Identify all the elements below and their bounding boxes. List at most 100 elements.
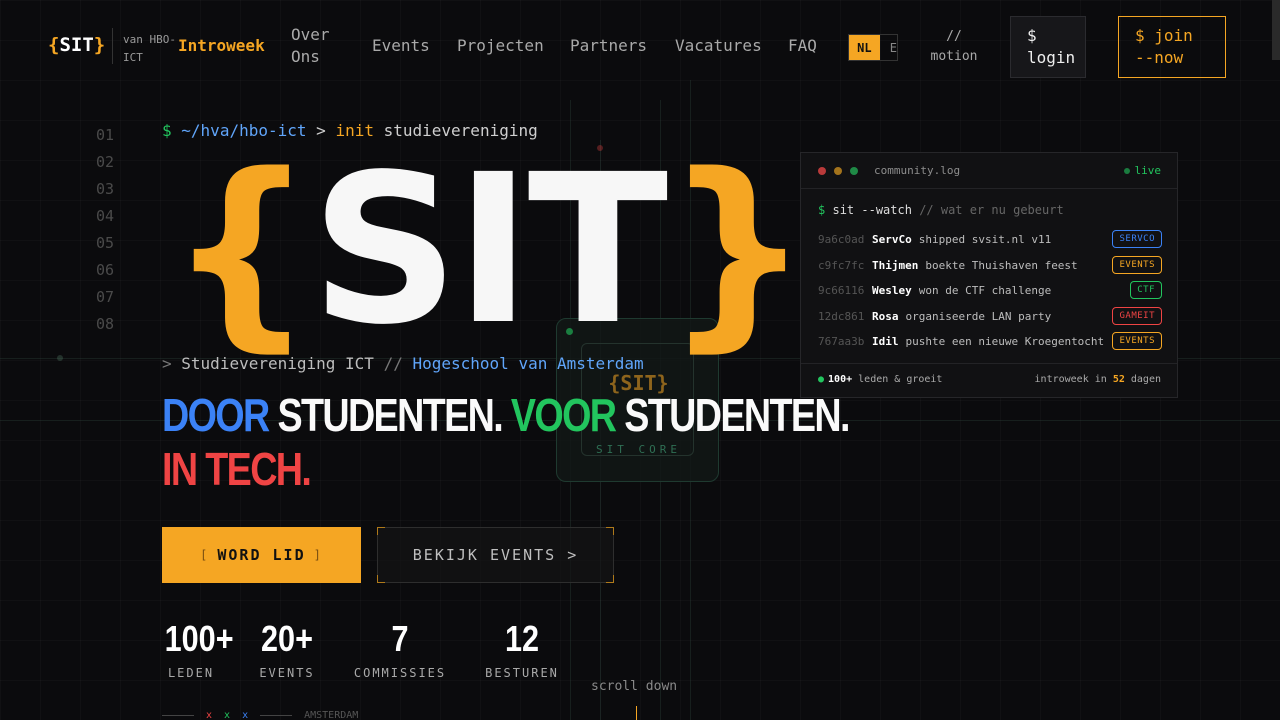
member-count: ● 100+ leden & groeit xyxy=(818,374,942,385)
log-tag: GAMEIT xyxy=(1112,307,1162,325)
stat-value: 100+ xyxy=(164,618,234,659)
stat-label: EVENTS xyxy=(259,666,315,680)
bracket-left: [ xyxy=(200,548,210,562)
tagline-arrow: > xyxy=(162,354,172,373)
page-scrollbar[interactable] xyxy=(1272,0,1280,60)
logo-brace-close: } xyxy=(93,34,106,56)
line-number: 08 xyxy=(96,315,115,333)
stat-events: 20+ EVENTS xyxy=(256,618,318,680)
city-label: AMSTERDAM xyxy=(304,710,359,720)
log-row: 12dc861 Rosa organiseerde LAN party GAME… xyxy=(818,306,1162,326)
countdown-days: 52 xyxy=(1112,374,1125,385)
cmd-text: sit --watch xyxy=(832,203,912,217)
slogan-voor: VOOR xyxy=(510,389,617,441)
log-hash: 767aa3b xyxy=(818,334,865,348)
log-row: 9a6c0ad ServCo shipped svsit.nl v11 SERV… xyxy=(818,229,1162,249)
lang-option-other[interactable]: E xyxy=(880,35,897,60)
divider-line xyxy=(260,715,293,716)
stat-label: BESTUREN xyxy=(485,666,559,680)
terminal-command: $ sit --watch // wat er nu gebeurt xyxy=(818,203,1064,217)
community-log-terminal: community.log live $ sit --watch // wat … xyxy=(800,152,1178,398)
stat-value: 20+ xyxy=(261,618,313,659)
stat-leden: 100+ LEDEN xyxy=(160,618,234,680)
stat-value: 12 xyxy=(504,618,540,659)
terminal-header: community.log live xyxy=(801,153,1177,189)
log-user: Wesley xyxy=(872,283,912,297)
nav-logo[interactable]: {SIT} xyxy=(48,34,105,56)
hero-logo-text: SIT xyxy=(310,130,669,370)
nav-link-vacatures[interactable]: Vacatures xyxy=(675,35,762,57)
bottom-marker-row: x x x AMSTERDAM xyxy=(162,710,358,720)
cmd-symbol: $ xyxy=(818,203,826,217)
log-hash: 12dc861 xyxy=(818,309,865,323)
live-dot-icon xyxy=(1123,168,1130,174)
member-count-text: leden & groeit xyxy=(858,374,943,385)
language-switch[interactable]: NL E xyxy=(848,34,898,61)
log-message: pushte een nieuwe Kroegentocht xyxy=(905,334,1105,348)
introweek-countdown: introweek in 52 dagen xyxy=(1035,374,1161,385)
log-user: ServCo xyxy=(872,232,912,246)
cmd-comment: // wat er nu gebeurt xyxy=(919,203,1064,217)
stat-commissies: 7 COMMISSIES xyxy=(350,618,450,680)
log-tag: CTF xyxy=(1130,281,1162,299)
marker-x-blue: x xyxy=(242,710,249,720)
hero-tagline: > Studievereniging ICT // Hogeschool van… xyxy=(162,354,644,373)
log-message: shipped svsit.nl v11 xyxy=(918,232,1052,246)
nav-link-partners[interactable]: Partners xyxy=(570,35,647,57)
word-lid-button[interactable]: [ WORD LID ] xyxy=(162,527,361,583)
log-row: 767aa3b Idil pushte een nieuwe Kroegento… xyxy=(818,331,1162,351)
tagline-org: Studievereniging ICT xyxy=(181,354,374,373)
log-row: c9fc7fc Thijmen boekte Thuishaven feest … xyxy=(818,255,1162,275)
terminal-footer: ● 100+ leden & groeit introweek in 52 dag… xyxy=(801,363,1177,397)
countdown-prefix: introweek in xyxy=(1034,374,1107,385)
circuit-node xyxy=(57,355,63,361)
hero-logo: {SIT} xyxy=(168,140,811,360)
line-numbers: 01 02 03 04 05 06 07 08 xyxy=(96,122,114,338)
line-number: 03 xyxy=(96,180,115,198)
word-lid-label: WORD LID xyxy=(217,546,306,564)
logo-text: SIT xyxy=(59,34,94,56)
corner-mark xyxy=(377,575,385,583)
nav-link-introweek[interactable]: Introweek xyxy=(178,35,265,57)
log-tag: SERVCO xyxy=(1112,230,1162,248)
motion-toggle[interactable]: // motion xyxy=(922,27,986,67)
nav-link-events[interactable]: Events xyxy=(372,35,430,57)
login-button[interactable]: $ login xyxy=(1010,16,1086,78)
log-message: boekte Thuishaven feest xyxy=(925,258,1078,272)
stat-label: COMMISSIES xyxy=(353,666,447,680)
stat-besturen: 12 BESTUREN xyxy=(482,618,562,680)
lang-option-nl[interactable]: NL xyxy=(849,35,880,60)
tagline-separator: // xyxy=(383,354,403,373)
bekijk-events-button[interactable]: BEKIJK EVENTS > xyxy=(377,527,614,583)
join-button[interactable]: $ join --now xyxy=(1118,16,1226,78)
log-tag: EVENTS xyxy=(1112,256,1162,274)
nav-link-projecten[interactable]: Projecten xyxy=(457,35,544,57)
log-row: 9c66116 Wesley won de CTF challenge CTF xyxy=(818,280,1162,300)
log-hash: 9a6c0ad xyxy=(818,232,865,246)
slogan-studenten-1: STUDENTEN. xyxy=(277,389,503,441)
log-hash: 9c66116 xyxy=(818,283,865,297)
scroll-down-hint[interactable]: scroll down xyxy=(591,679,677,694)
top-nav: {SIT} van HBO-ICT Introweek Over Ons Eve… xyxy=(0,0,1280,92)
log-tag: EVENTS xyxy=(1112,332,1162,350)
live-label: live xyxy=(1134,164,1162,177)
live-indicator: live xyxy=(1123,164,1162,177)
line-number: 05 xyxy=(96,234,115,252)
line-number: 02 xyxy=(96,153,115,171)
status-dot-icon: ● xyxy=(818,374,825,385)
log-user: Rosa xyxy=(872,309,899,323)
corner-mark xyxy=(606,575,614,583)
tagline-school-link[interactable]: Hogeschool van Amsterdam xyxy=(412,354,643,373)
log-message: won de CTF challenge xyxy=(918,283,1052,297)
member-count-value: 100+ xyxy=(828,374,853,385)
log-user: Thijmen xyxy=(872,258,919,272)
nav-link-faq[interactable]: FAQ xyxy=(788,35,817,57)
marker-x-red: x xyxy=(206,710,213,720)
line-number: 06 xyxy=(96,261,115,279)
line-number: 07 xyxy=(96,288,115,306)
logo-subtitle: van HBO-ICT xyxy=(123,33,176,64)
marker-x-green: x xyxy=(224,710,231,720)
hero-slogan: DOOR STUDENTEN. VOOR STUDENTEN. IN TECH. xyxy=(162,388,850,496)
corner-mark xyxy=(377,527,385,535)
nav-link-over-ons[interactable]: Over Ons xyxy=(291,24,337,68)
